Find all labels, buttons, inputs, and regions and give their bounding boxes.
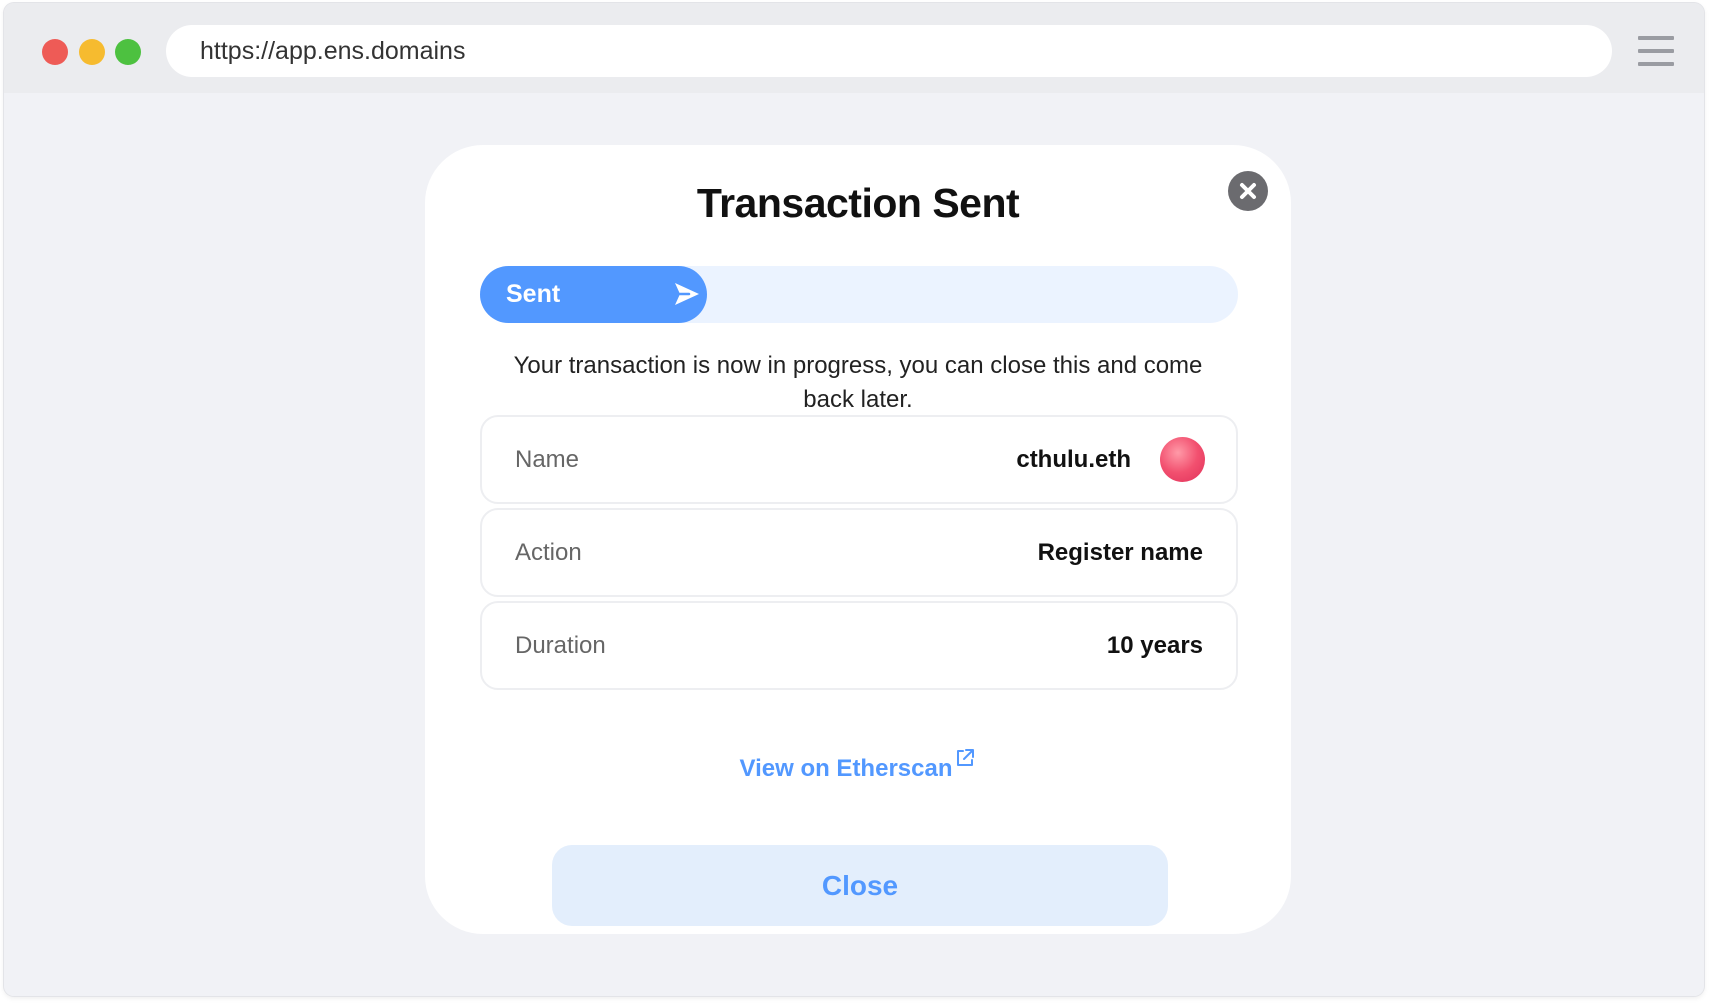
detail-value: cthulu.eth bbox=[1016, 446, 1131, 473]
browser-titlebar: https://app.ens.domains bbox=[4, 3, 1704, 93]
transaction-modal: Transaction Sent Sent Your transaction i… bbox=[425, 145, 1291, 934]
send-icon bbox=[673, 280, 701, 313]
browser-window: https://app.ens.domains Transaction Sent… bbox=[4, 3, 1704, 996]
detail-row-name: Name cthulu.eth bbox=[480, 415, 1238, 504]
window-minimize-dot[interactable] bbox=[79, 39, 105, 65]
detail-row-action: Action Register name bbox=[480, 508, 1238, 597]
address-bar-url: https://app.ens.domains bbox=[200, 37, 466, 65]
detail-label: Name bbox=[515, 446, 580, 473]
etherscan-link-label: View on Etherscan bbox=[739, 755, 953, 782]
modal-title: Transaction Sent bbox=[696, 180, 1020, 226]
external-link-icon bbox=[954, 747, 976, 776]
page-content: Transaction Sent Sent Your transaction i… bbox=[4, 93, 1704, 996]
window-close-dot[interactable] bbox=[42, 39, 68, 65]
progress-fill: Sent bbox=[480, 266, 707, 323]
address-bar[interactable]: https://app.ens.domains bbox=[166, 25, 1612, 77]
detail-row-duration: Duration 10 years bbox=[480, 601, 1238, 690]
progress-label: Sent bbox=[506, 280, 561, 308]
detail-label: Action bbox=[515, 539, 582, 566]
progress-message: Your transaction is now in progress, you… bbox=[513, 352, 1203, 413]
detail-value: Register name bbox=[1037, 539, 1203, 566]
avatar bbox=[1160, 437, 1205, 482]
window-maximize-dot[interactable] bbox=[115, 39, 141, 65]
hamburger-menu-icon[interactable] bbox=[1638, 36, 1674, 68]
etherscan-link[interactable]: View on Etherscan bbox=[425, 749, 1291, 783]
progress-bar: Sent bbox=[480, 266, 1238, 323]
close-button[interactable]: Close bbox=[552, 845, 1168, 926]
detail-value: 10 years bbox=[1106, 632, 1203, 659]
detail-label: Duration bbox=[515, 632, 606, 659]
